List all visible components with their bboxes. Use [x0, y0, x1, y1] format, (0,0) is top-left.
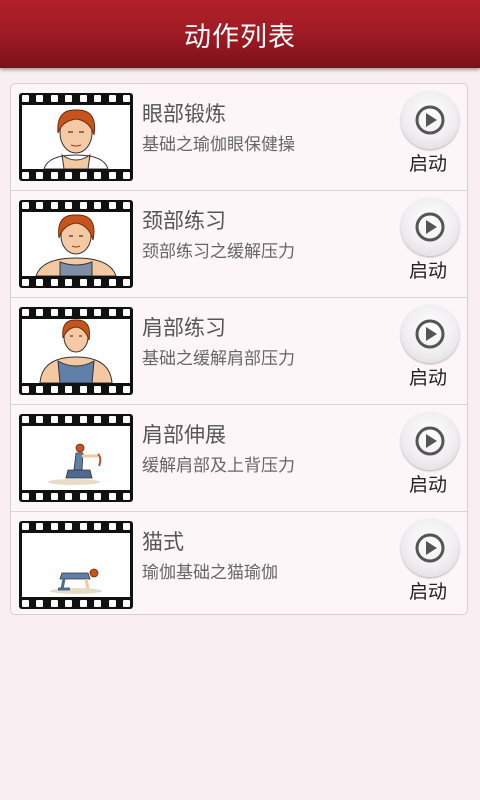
play-icon	[415, 105, 445, 135]
start-label[interactable]: 启动	[409, 149, 447, 176]
play-icon	[415, 319, 445, 349]
list-item[interactable]: 肩部伸展 缓解肩部及上背压力 启动	[11, 405, 467, 512]
exercise-description: 瑜伽基础之猫瑜伽	[142, 563, 278, 583]
face-shoulders-image	[35, 214, 117, 276]
page-title: 动作列表	[184, 21, 296, 53]
play-icon	[415, 212, 445, 242]
exercise-name: 猫式	[142, 530, 184, 554]
list-item[interactable]: 肩部练习 基础之缓解肩部压力 启动	[11, 298, 467, 405]
start-label[interactable]: 启动	[409, 363, 447, 390]
play-icon	[415, 533, 445, 563]
exercise-description: 颈部练习之缓解压力	[142, 242, 295, 262]
start-label[interactable]: 启动	[409, 256, 447, 283]
play-button[interactable]	[401, 305, 459, 363]
torso-tank-image	[39, 319, 113, 383]
start-label[interactable]: 启动	[409, 470, 447, 497]
exercise-name: 肩部练习	[142, 316, 226, 340]
list-item[interactable]: 眼部锻炼 基础之瑜伽眼保健操 启动	[11, 84, 467, 191]
exercise-description: 缓解肩部及上背压力	[142, 456, 295, 476]
face-closeup-image	[43, 109, 109, 169]
exercise-name: 颈部练习	[142, 209, 226, 233]
play-icon	[415, 426, 445, 456]
title-bar: 动作列表	[0, 0, 480, 68]
seated-stretch-image	[48, 443, 102, 485]
list-item[interactable]: 颈部练习 颈部练习之缓解压力 启动	[11, 191, 467, 298]
film-thumbnail	[19, 93, 133, 181]
play-button[interactable]	[401, 198, 459, 256]
film-thumbnail	[19, 414, 133, 502]
exercise-list: 眼部锻炼 基础之瑜伽眼保健操 启动 颈部练习 颈部练习之缓解压力 启动 肩部练习…	[10, 83, 468, 615]
cat-pose-image	[50, 568, 102, 594]
play-button[interactable]	[401, 91, 459, 149]
film-thumbnail	[19, 200, 133, 288]
exercise-name: 眼部锻炼	[142, 102, 226, 126]
list-item[interactable]: 猫式 瑜伽基础之猫瑜伽 启动	[11, 512, 467, 614]
start-label[interactable]: 启动	[409, 577, 447, 604]
play-button[interactable]	[401, 519, 459, 577]
play-button[interactable]	[401, 412, 459, 470]
exercise-name: 肩部伸展	[142, 423, 226, 447]
film-thumbnail	[19, 307, 133, 395]
film-thumbnail	[19, 521, 133, 609]
exercise-description: 基础之瑜伽眼保健操	[142, 135, 295, 155]
exercise-description: 基础之缓解肩部压力	[142, 349, 295, 369]
